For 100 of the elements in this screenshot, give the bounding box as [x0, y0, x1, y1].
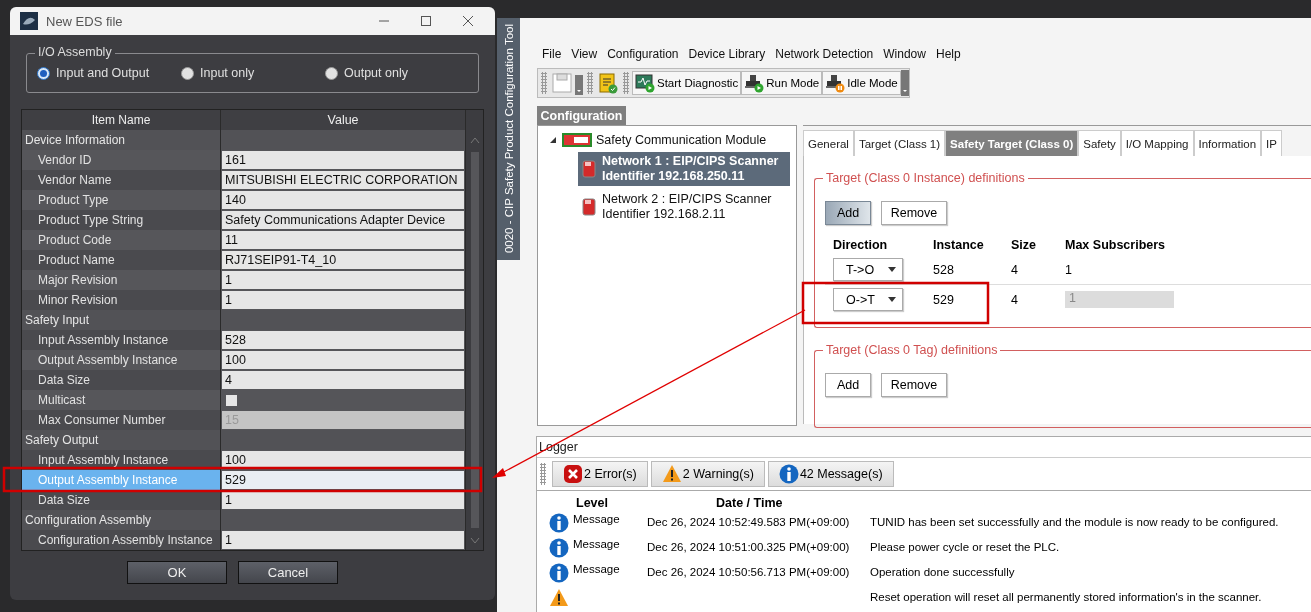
radio-label: Output only [344, 66, 408, 80]
value-field[interactable]: 161 [222, 151, 465, 169]
window-title: New EDS file [46, 13, 123, 29]
value-field[interactable]: 1 [222, 531, 465, 549]
expand-arrow-icon[interactable] [548, 135, 558, 145]
property-name[interactable]: Input Assembly Instance [22, 330, 221, 350]
column-header: Level [575, 496, 609, 510]
toolbar-button[interactable]: Run Mode [741, 71, 823, 95]
filter-button[interactable]: 2 Warning(s) [650, 461, 765, 487]
value-field[interactable]: 528 [222, 331, 465, 349]
error-icon [563, 464, 583, 484]
group-label: I/O Assembly [35, 45, 115, 59]
checkbox[interactable] [226, 394, 237, 406]
cancel-button[interactable]: Cancel [238, 561, 338, 584]
device-icon [582, 198, 596, 216]
property-name[interactable]: Product Type String [22, 210, 221, 230]
log-level: Message [573, 513, 620, 525]
tab[interactable]: Safety Target (Class 0) [945, 130, 1079, 156]
monitor-play-icon [635, 73, 655, 93]
maximize-icon [420, 15, 432, 27]
value-field[interactable]: 4 [222, 371, 465, 389]
menu-item[interactable]: Help [930, 47, 966, 61]
close-icon [462, 15, 474, 27]
toolbar-button[interactable]: Start Diagnostic [632, 71, 742, 95]
value-field: 1 [1065, 291, 1174, 308]
property-name[interactable]: Max Consumer Number [22, 410, 221, 430]
radio-option[interactable]: Output only [325, 66, 408, 80]
category-label: Safety Input [22, 310, 221, 330]
table-cell-text: 529 [933, 292, 955, 307]
filter-button[interactable]: 2 Error(s) [552, 461, 648, 487]
property-name[interactable]: Data Size [22, 490, 221, 510]
radio-option[interactable]: Input only [181, 66, 325, 80]
window-title: 0020 - CIP Safety Product Configuration Tool [502, 24, 515, 254]
column-header: Size [1011, 238, 1037, 252]
value-field[interactable]: 529 [222, 471, 465, 489]
log-time: Dec 26, 2024 10:50:56.713 PM(+09:00) [647, 565, 851, 578]
tab[interactable]: Target (Class 1) [853, 130, 946, 156]
tree-item[interactable]: Network 1 : EIP/CIPS Scanner Identifier 192.168.250.11 [578, 152, 790, 186]
report-button[interactable] [596, 71, 620, 95]
save-icon [551, 71, 583, 95]
value-field[interactable]: 100 [222, 351, 465, 369]
warning-icon [661, 464, 682, 484]
property-name[interactable]: Data Size [22, 370, 221, 390]
tab[interactable]: Information [1193, 130, 1262, 156]
category-label: Safety Output [22, 430, 221, 450]
value-field[interactable]: Safety Communications Adapter Device [222, 211, 465, 229]
info-icon [549, 513, 571, 535]
value-field[interactable]: 1 [222, 271, 465, 289]
menu-item[interactable]: Configuration [602, 47, 684, 61]
log-message: TUNID has been set successfully and the module is now ready to be configured. [870, 515, 1279, 528]
filter-button[interactable]: 42 Message(s) [767, 461, 894, 487]
radio-button[interactable] [325, 66, 338, 80]
remove-button[interactable]: Remove [881, 373, 947, 397]
tab[interactable]: Safety [1078, 130, 1121, 156]
property-name[interactable]: Product Name [22, 250, 221, 270]
value-field[interactable]: MITSUBISHI ELECTRIC CORPORATION [222, 171, 465, 189]
table-cell-text: 4 [1011, 292, 1019, 307]
ok-button[interactable]: OK [127, 561, 227, 584]
radio-label: Input only [200, 66, 255, 80]
property-name[interactable]: Minor Revision [22, 290, 221, 310]
menu-item[interactable]: Network Detection [770, 47, 879, 61]
value-field[interactable]: 11 [222, 231, 465, 249]
tree-item[interactable]: Safety Communication Module [596, 133, 767, 147]
menu-item[interactable]: Device Library [683, 47, 771, 61]
menu-item[interactable]: File [537, 47, 567, 61]
panel-tab[interactable]: Configuration [537, 106, 626, 125]
property-name[interactable]: Vendor Name [22, 170, 221, 190]
log-time: Dec 26, 2024 10:52:49.583 PM(+09:00) [647, 515, 851, 528]
radio-button[interactable] [181, 66, 194, 80]
log-message: Please power cycle or reset the PLC. [870, 540, 1060, 553]
property-name[interactable]: Input Assembly Instance [22, 450, 221, 470]
remove-button[interactable]: Remove [881, 201, 947, 225]
value-field[interactable]: 140 [222, 191, 465, 209]
value-field[interactable]: RJ71SEIP91-T4_10 [222, 251, 465, 269]
table-cell-text: 1 [1065, 262, 1073, 277]
log-message: Reset operation will reset all permanently stored information's in the scanner. [870, 590, 1262, 603]
tree-item[interactable]: Network 2 : EIP/CIPS Scanner Identifier 192.168.2.11 [578, 190, 790, 224]
column-header: Value [326, 112, 360, 129]
menu-item[interactable]: Window [878, 47, 931, 61]
radio-option[interactable]: Input and Output [37, 66, 181, 80]
column-header: Direction [832, 238, 889, 252]
column-header: Instance [933, 238, 985, 252]
value-field[interactable]: 1 [222, 291, 465, 309]
add-button[interactable]: Add [825, 373, 871, 397]
tab[interactable]: I/O Mapping [1120, 130, 1194, 156]
radio-label: Input and Output [56, 66, 150, 80]
tab[interactable]: General [803, 130, 854, 156]
log-level: Message [573, 563, 620, 575]
column-header: Max Subscribers [1065, 238, 1167, 252]
property-name[interactable]: Configuration Assembly Instance [22, 530, 221, 550]
direction-dropdown[interactable]: T->O [833, 258, 903, 281]
save-button[interactable] [550, 71, 584, 95]
menu-item[interactable]: View [566, 47, 603, 61]
info-icon [778, 464, 799, 484]
tab[interactable]: IP [1261, 130, 1282, 156]
stamp-pause-icon [825, 73, 846, 93]
toolbar-button[interactable]: Idle Mode [822, 71, 901, 95]
add-button[interactable]: Add [825, 201, 871, 225]
radio-button[interactable] [37, 66, 50, 80]
info-icon [549, 563, 571, 585]
